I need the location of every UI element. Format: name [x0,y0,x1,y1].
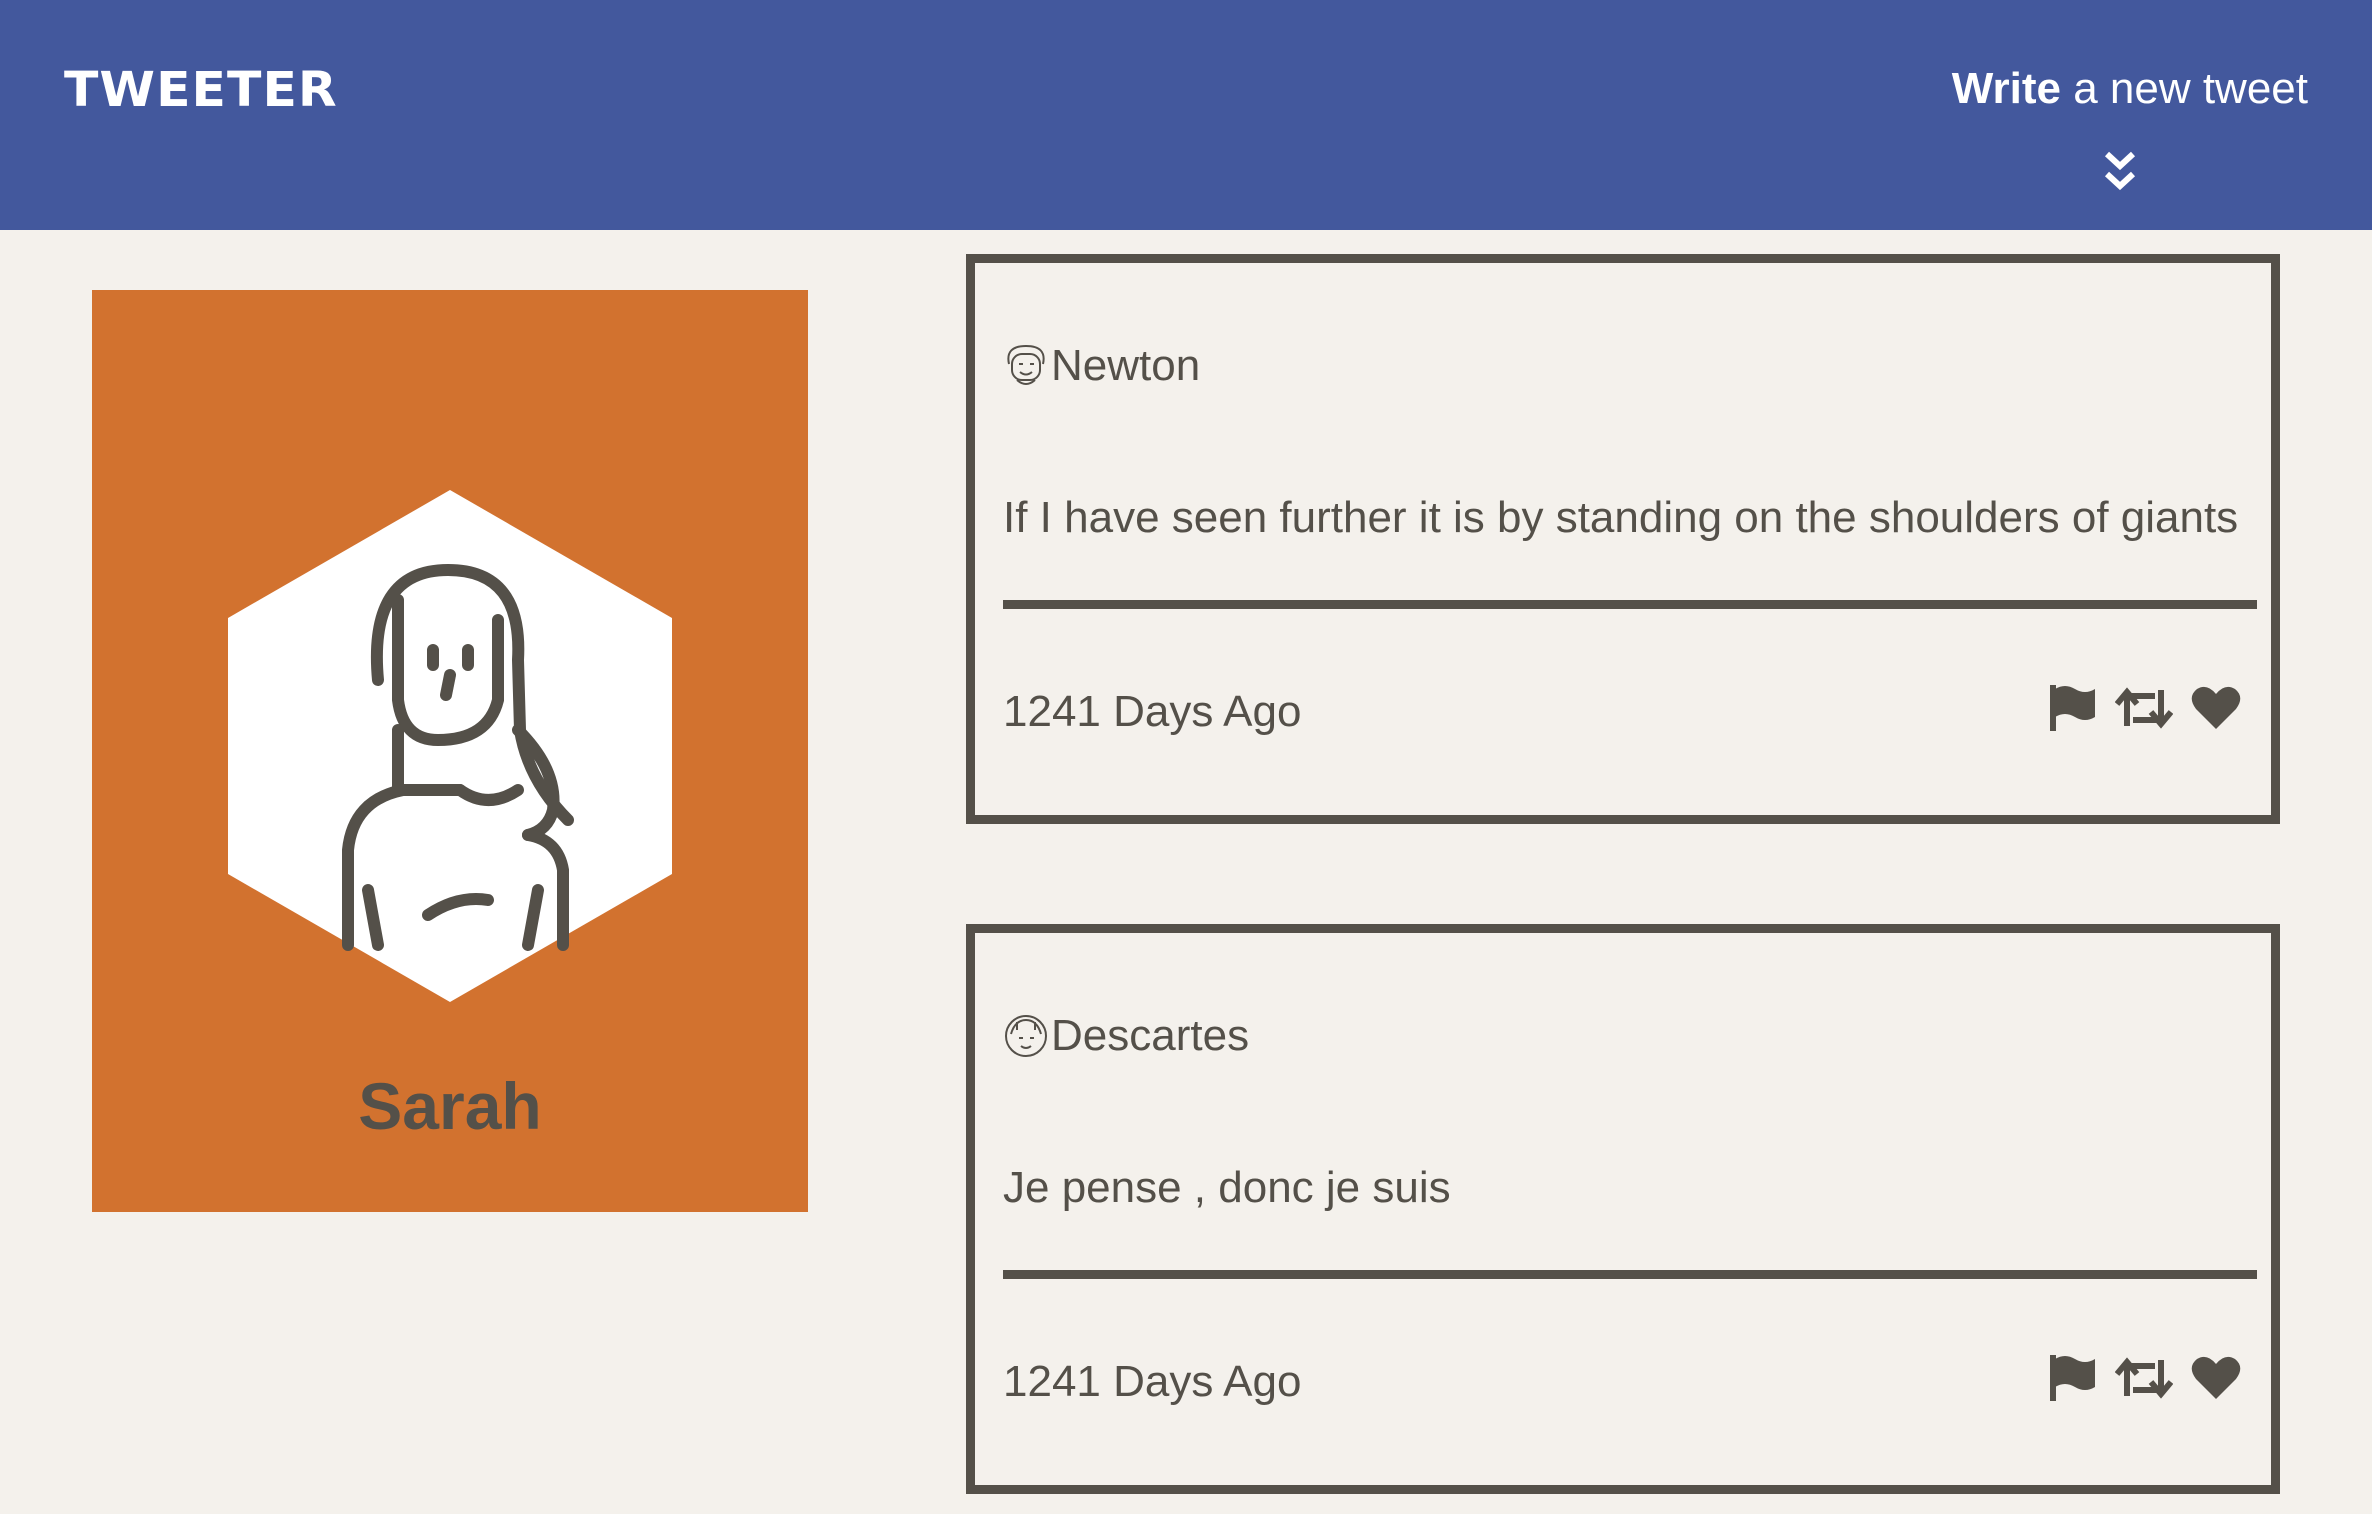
tweet-user: Descartes [1003,1011,1249,1061]
heart-icon[interactable] [2191,1355,2241,1401]
woman-avatar-icon [228,490,672,1002]
tweet-card: Descartes Je pense , donc je suis 1241 D… [966,924,2280,1494]
top-nav: TWEETER Write a new tweet [0,0,2372,230]
retweet-icon[interactable] [2115,686,2173,730]
compose-bold: Write [1951,64,2061,113]
flag-icon[interactable] [2049,1353,2097,1403]
tweet-username: Descartes [1051,1011,1250,1060]
tweet-text: Je pense , donc je suis [1003,1163,1451,1212]
retweet-icon[interactable] [2115,1356,2173,1400]
tweet-text: If I have seen further it is by standing… [1003,493,2239,542]
tweet-card: Newton If I have seen further it is by s… [966,254,2280,824]
heart-icon[interactable] [2191,685,2241,731]
face-avatar-icon [1005,1015,1047,1057]
profile-name: Sarah [358,1069,542,1143]
profile-card: Sarah [92,290,808,1212]
write-tweet-button[interactable]: Write a new tweet [1952,64,2308,114]
man-avatar-icon [1007,344,1045,385]
logo: TWEETER [64,62,338,118]
tweet-username: Newton [1051,341,1201,390]
compose-rest: a new tweet [2060,64,2308,113]
tweet-time: 1241 Days Ago [1003,1357,1302,1406]
tweet-time: 1241 Days Ago [1003,687,1302,736]
tweet-user: Newton [1003,341,1200,391]
flag-icon[interactable] [2049,683,2097,733]
divider [1003,600,2257,609]
divider [1003,1270,2257,1279]
double-chevron-down-icon[interactable] [2103,150,2137,194]
